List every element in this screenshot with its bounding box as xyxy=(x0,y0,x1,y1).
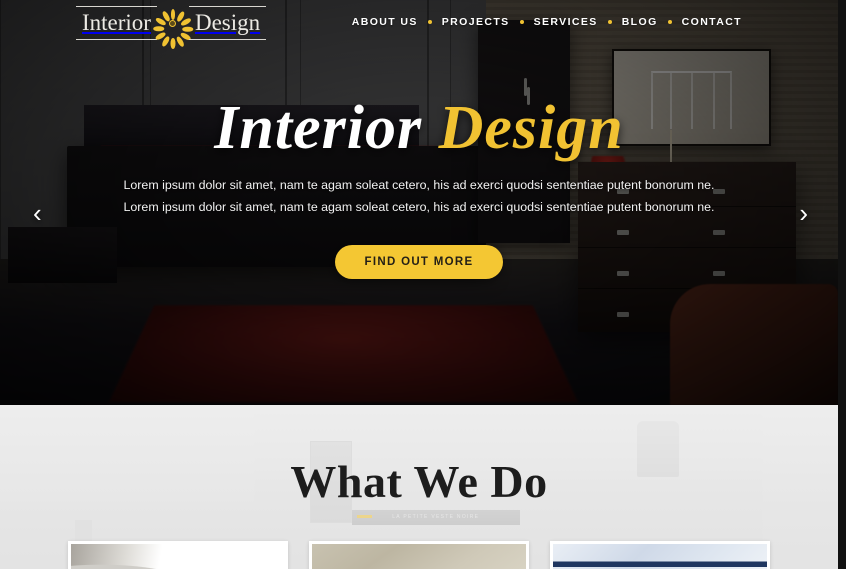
slider-next-arrow-icon[interactable]: › xyxy=(799,200,808,226)
hero-subtitle: Lorem ipsum dolor sit amet, nam te agam … xyxy=(123,178,715,214)
flower-icon xyxy=(153,8,194,49)
nav-item-about-us[interactable]: ABOUT US xyxy=(342,16,428,28)
main-navigation: ABOUT US PROJECTS SERVICES BLOG CONTACT xyxy=(342,16,752,28)
page-right-edge xyxy=(838,0,846,569)
what-we-do-cards xyxy=(0,541,838,569)
hero-slider: Interior Design ABOUT US PROJECTS SERVIC… xyxy=(0,0,838,405)
logo-word-design: Design xyxy=(188,6,267,40)
card-one-thumbnail xyxy=(71,544,285,569)
section-bg-book-title: LA PETITE VESTE NOIRE xyxy=(392,514,480,521)
section-bg-book: LA PETITE VESTE NOIRE xyxy=(351,509,520,525)
hero-content: Interior Design Lorem ipsum dolor sit am… xyxy=(0,94,838,279)
page-root: Interior Design ABOUT US PROJECTS SERVIC… xyxy=(0,0,846,569)
logo-word-interior: Interior xyxy=(76,6,157,40)
site-header: Interior Design ABOUT US PROJECTS SERVIC… xyxy=(0,0,838,49)
nav-item-blog[interactable]: BLOG xyxy=(612,16,668,28)
card-three-thumbnail xyxy=(553,544,767,569)
slider-prev-arrow-icon[interactable]: ‹ xyxy=(33,200,42,226)
nav-item-projects[interactable]: PROJECTS xyxy=(432,16,520,28)
nav-item-contact[interactable]: CONTACT xyxy=(672,16,752,28)
hero-title-accent: Design xyxy=(438,94,624,162)
what-we-do-card-one[interactable] xyxy=(68,541,288,569)
card-two-thumbnail xyxy=(312,544,526,569)
what-we-do-card-two[interactable] xyxy=(309,541,529,569)
site-logo[interactable]: Interior Design xyxy=(76,6,267,49)
hero-title: Interior Design xyxy=(0,94,838,162)
what-we-do-card-three[interactable] xyxy=(550,541,770,569)
hero-title-primary: Interior xyxy=(214,94,423,162)
nav-item-services[interactable]: SERVICES xyxy=(524,16,608,28)
find-out-more-button[interactable]: FIND OUT MORE xyxy=(334,244,504,279)
what-we-do-section: LA PETITE VESTE NOIRE What We Do xyxy=(0,405,838,569)
section-title: What We Do xyxy=(290,456,548,507)
